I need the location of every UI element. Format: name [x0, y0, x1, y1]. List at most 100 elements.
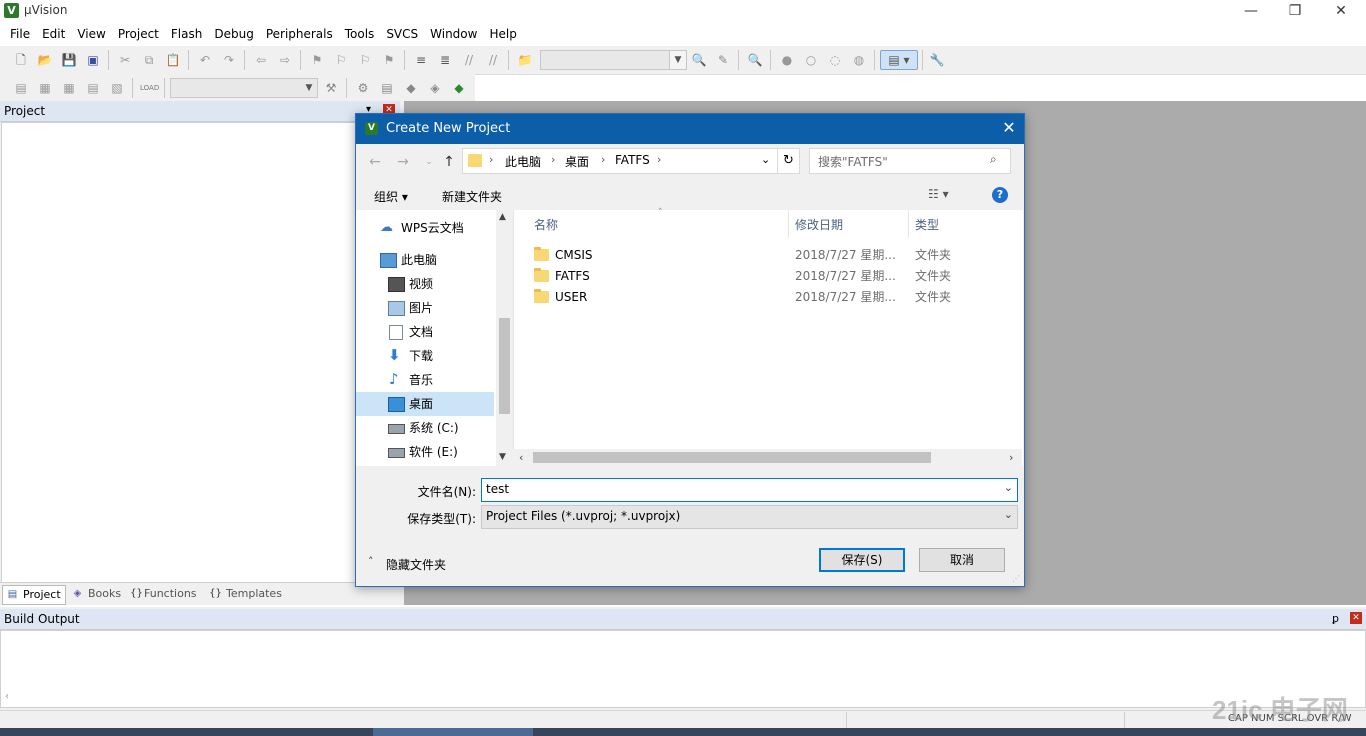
hscroll-thumb[interactable]	[533, 452, 931, 463]
tab-templates[interactable]: {} Templates	[206, 585, 286, 603]
new-folder-button[interactable]: 新建文件夹	[442, 188, 502, 205]
forward-arrow-icon[interactable]: →	[392, 151, 414, 173]
tab-functions[interactable]: {} Functions	[128, 585, 201, 603]
project-tree[interactable]	[1, 122, 402, 584]
target-select[interactable]	[170, 78, 318, 98]
bookmark-clear-icon[interactable]: ⚑	[380, 51, 398, 69]
column-name[interactable]: 名称	[534, 216, 558, 233]
recent-chevron-icon[interactable]: ⌄	[418, 151, 440, 173]
breakpoint-kill-all-icon[interactable]: ◍	[850, 51, 868, 69]
translate-icon[interactable]: ▤	[12, 79, 30, 97]
filetype-select[interactable]: Project Files (*.uvproj; *.uvprojx) ⌄	[481, 505, 1018, 529]
nav-back-icon[interactable]: ⇦	[252, 51, 270, 69]
menu-flash[interactable]: Flash	[165, 23, 208, 45]
incremental-find-icon[interactable]: ✎	[714, 51, 732, 69]
chevron-down-icon[interactable]: ⌄	[1004, 508, 1013, 521]
scroll-down-icon[interactable]: ▼	[499, 452, 506, 462]
configure-icon[interactable]: 🔧	[928, 51, 946, 69]
menu-file[interactable]: File	[4, 23, 36, 45]
find-in-files-icon[interactable]: 📁	[516, 51, 534, 69]
scroll-left-icon[interactable]: ‹	[519, 451, 523, 464]
pack-installer-icon[interactable]: ◈	[426, 79, 444, 97]
taskbar-active-item[interactable]	[373, 728, 533, 736]
file-row-user[interactable]: USER 2018/7/27 星期... 文件夹	[514, 287, 1023, 308]
breadcrumb-this-pc[interactable]: 此电脑	[505, 153, 541, 170]
restore-button[interactable]: ❐	[1272, 0, 1318, 23]
menu-help[interactable]: Help	[483, 23, 522, 45]
organize-button[interactable]: 组织 ▾	[374, 188, 408, 205]
breakpoint-disable-icon[interactable]: ○	[802, 51, 820, 69]
address-bar[interactable]: › 此电脑 › 桌面 › FATFS › ⌄ ↻	[462, 148, 800, 174]
copy-icon[interactable]: ⧉	[140, 51, 158, 69]
menu-project[interactable]: Project	[112, 23, 165, 45]
minimize-button[interactable]: —	[1228, 0, 1274, 23]
cut-icon[interactable]: ✂	[116, 51, 134, 69]
window-layout-icon[interactable]: ▤ ▾	[880, 50, 918, 70]
up-arrow-icon[interactable]: ↑	[438, 151, 460, 173]
save-button[interactable]: 保存(S)	[819, 548, 905, 572]
find-icon[interactable]: 🔍	[690, 51, 708, 69]
hide-folders-toggle[interactable]: 隐藏文件夹	[386, 556, 446, 573]
nav-item-wps-cloud[interactable]: ☁ WPS云文档	[356, 216, 494, 240]
breakpoint-icon[interactable]: ●	[778, 51, 796, 69]
file-row-fatfs[interactable]: FATFS 2018/7/27 星期... 文件夹	[514, 266, 1023, 287]
chevron-down-icon[interactable]: ▼	[302, 80, 316, 96]
close-window-button[interactable]: ✕	[1318, 0, 1364, 23]
menu-peripherals[interactable]: Peripherals	[260, 23, 339, 45]
nav-scroll-thumb[interactable]	[499, 318, 510, 414]
build-icon[interactable]: ▦	[36, 79, 54, 97]
nav-item-drive-e[interactable]: 软件 (E:)	[356, 440, 494, 464]
menu-window[interactable]: Window	[424, 23, 483, 45]
debug-search-icon[interactable]: 🔍	[746, 51, 764, 69]
nav-item-desktop[interactable]: 桌面	[356, 392, 494, 416]
manage-components-icon[interactable]: ⚙	[354, 79, 372, 97]
rte-icon[interactable]: ◆	[402, 79, 420, 97]
nav-item-videos[interactable]: 视频	[356, 272, 494, 296]
target-options-icon[interactable]: ⚒	[322, 79, 340, 97]
refresh-icon[interactable]: ↻	[777, 149, 799, 173]
indent-icon[interactable]: ≡	[412, 51, 430, 69]
menu-svcs[interactable]: SVCS	[380, 23, 424, 45]
filename-input[interactable]: test ⌄	[481, 478, 1018, 502]
menu-view[interactable]: View	[71, 23, 111, 45]
nav-item-drive-c[interactable]: 系统 (C:)	[356, 416, 494, 440]
scroll-left-icon[interactable]: ‹	[5, 691, 9, 702]
close-pane-icon[interactable]: ✕	[1350, 612, 1362, 624]
file-row-cmsis[interactable]: CMSIS 2018/7/27 星期... 文件夹	[514, 245, 1023, 266]
menu-debug[interactable]: Debug	[208, 23, 259, 45]
search-input[interactable]: 搜索"FATFS" ⌕	[809, 148, 1011, 174]
nav-item-pictures[interactable]: 图片	[356, 296, 494, 320]
search-icon[interactable]: ⌕	[990, 152, 997, 167]
breadcrumb-desktop[interactable]: 桌面	[565, 153, 589, 170]
breadcrumb-fatfs[interactable]: FATFS	[615, 153, 650, 167]
file-extensions-icon[interactable]: ▤	[378, 79, 396, 97]
new-file-icon[interactable]: 🗋	[12, 51, 30, 69]
build-output-text[interactable]: ‹	[0, 630, 1366, 708]
tab-project[interactable]: ▤ Project	[2, 585, 66, 605]
find-combo[interactable]: ▼	[540, 50, 687, 70]
nav-item-music[interactable]: ♪ 音乐	[356, 368, 494, 392]
column-type[interactable]: 类型	[915, 216, 939, 233]
scroll-up-icon[interactable]: ▲	[499, 212, 506, 222]
chevron-down-icon[interactable]: ⌄	[761, 153, 770, 166]
chevron-down-icon[interactable]: ▼	[669, 51, 686, 69]
pin-icon[interactable]: ꝑ	[1332, 612, 1339, 625]
uncomment-icon[interactable]: //	[484, 51, 502, 69]
bookmark-icon[interactable]: ⚑	[308, 51, 326, 69]
back-arrow-icon[interactable]: ←	[364, 151, 386, 173]
paste-icon[interactable]: 📋	[164, 51, 182, 69]
open-file-icon[interactable]: 📂	[36, 51, 54, 69]
bookmark-prev-icon[interactable]: ⚐	[332, 51, 350, 69]
undo-icon[interactable]: ↶	[196, 51, 214, 69]
tab-books[interactable]: ◈ Books	[68, 585, 125, 603]
menu-edit[interactable]: Edit	[36, 23, 71, 45]
menu-tools[interactable]: Tools	[339, 23, 381, 45]
nav-item-downloads[interactable]: ⬇ 下载	[356, 344, 494, 368]
cancel-button[interactable]: 取消	[919, 548, 1005, 572]
help-icon[interactable]: ?	[992, 187, 1008, 203]
column-date[interactable]: 修改日期	[795, 216, 843, 233]
dialog-close-button[interactable]: ✕	[994, 114, 1024, 144]
bookmark-next-icon[interactable]: ⚐	[356, 51, 374, 69]
comment-icon[interactable]: //	[460, 51, 478, 69]
stop-build-icon[interactable]: ▧	[108, 79, 126, 97]
